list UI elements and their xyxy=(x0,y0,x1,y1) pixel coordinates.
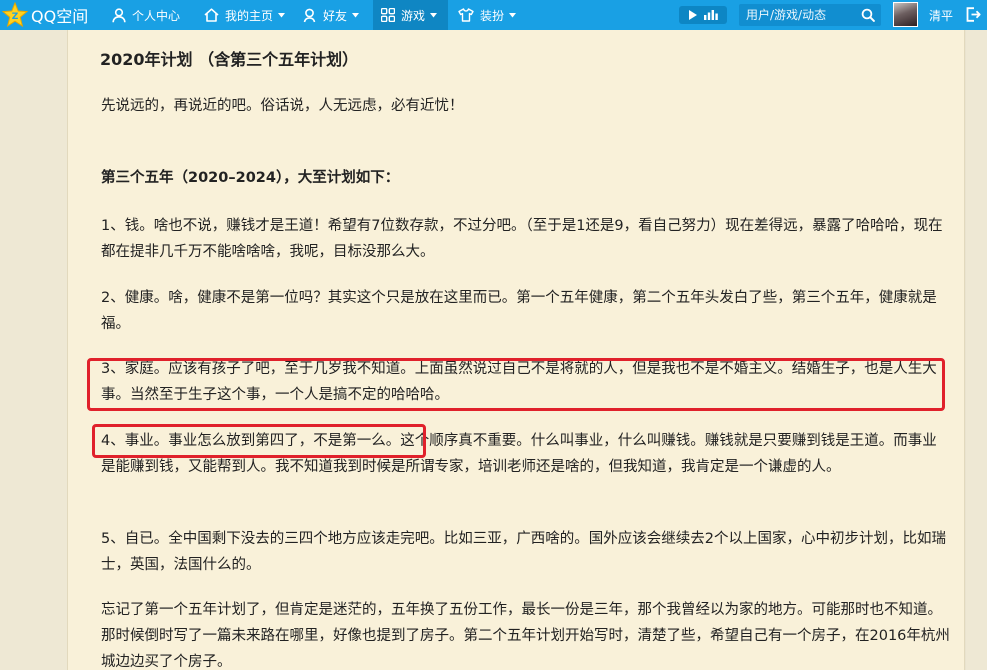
games-grid-icon xyxy=(381,8,395,22)
nav-label: 个人中心 xyxy=(132,8,181,23)
nav-label: 好友 xyxy=(323,8,348,23)
paragraph-intro: 先说远的，再说近的吧。俗话说，人无远虑，必有近忧！ xyxy=(101,98,464,114)
paragraph-self: 5、自已。全中国剩下没去的三四个地方应该走完吧。比如三亚，广西啥的。国外应该会继… xyxy=(101,531,946,573)
logout-icon[interactable] xyxy=(966,7,981,22)
user-icon xyxy=(112,7,126,23)
search-input[interactable] xyxy=(746,6,854,24)
chevron-down-icon xyxy=(352,12,360,18)
equalizer-icon xyxy=(703,10,718,20)
paragraph-heading: 第三个五年（2020–2024），大至计划如下： xyxy=(101,170,400,186)
nav-personal-center[interactable]: 个人中心 xyxy=(112,0,180,30)
nav-games[interactable]: 游戏 xyxy=(373,0,448,30)
search-box xyxy=(739,4,881,26)
music-player-button[interactable] xyxy=(679,6,727,24)
paragraph-review: 忘记了第一个五年计划了，但肯定是迷茫的，五年换了五份工作，最长一份是三年，那个我… xyxy=(101,602,950,670)
username[interactable]: 清平 xyxy=(929,0,953,30)
home-icon xyxy=(204,8,219,22)
paragraph-money: 1、钱。啥也不说，赚钱才是王道！希望有7位数存款，不过分吧。（至于是1还是9，看… xyxy=(101,218,943,260)
nav-my-homepage[interactable]: 我的主页 xyxy=(204,0,286,30)
paragraph-health: 2、健康。啥，健康不是第一位吗？其实这个只是放在这里而已。第一个五年健康，第二个… xyxy=(101,290,937,332)
nav-label: 游戏 xyxy=(401,8,426,23)
chevron-down-icon xyxy=(278,12,286,18)
search-icon[interactable] xyxy=(861,8,875,22)
nav-label: 我的主页 xyxy=(225,8,274,23)
svg-text:Z: Z xyxy=(12,12,19,22)
right-margin xyxy=(966,30,987,670)
article-title: 2020年计划 （含第三个五年计划） xyxy=(100,50,359,69)
chevron-down-icon xyxy=(430,12,438,18)
avatar[interactable] xyxy=(893,2,918,27)
play-icon xyxy=(688,10,697,20)
chevron-down-icon xyxy=(509,12,517,18)
nav-friends[interactable]: 好友 xyxy=(302,0,360,30)
qzone-star-icon: Z xyxy=(2,2,28,28)
highlight-box-family xyxy=(87,358,945,411)
logo-text: QQ空间 xyxy=(31,7,89,26)
left-margin xyxy=(0,30,67,670)
nav-dress-up[interactable]: 装扮 xyxy=(458,0,517,30)
top-navigation-bar: Z QQ空间 个人中心 我的主页 好友 游戏 装扮 用户/游戏/动态 清平 xyxy=(0,0,987,30)
tshirt-icon xyxy=(458,8,474,22)
nav-label: 装扮 xyxy=(480,8,505,23)
highlight-box-career xyxy=(92,424,426,458)
friends-icon xyxy=(302,8,317,23)
qzone-logo[interactable]: Z QQ空间 xyxy=(0,0,100,30)
